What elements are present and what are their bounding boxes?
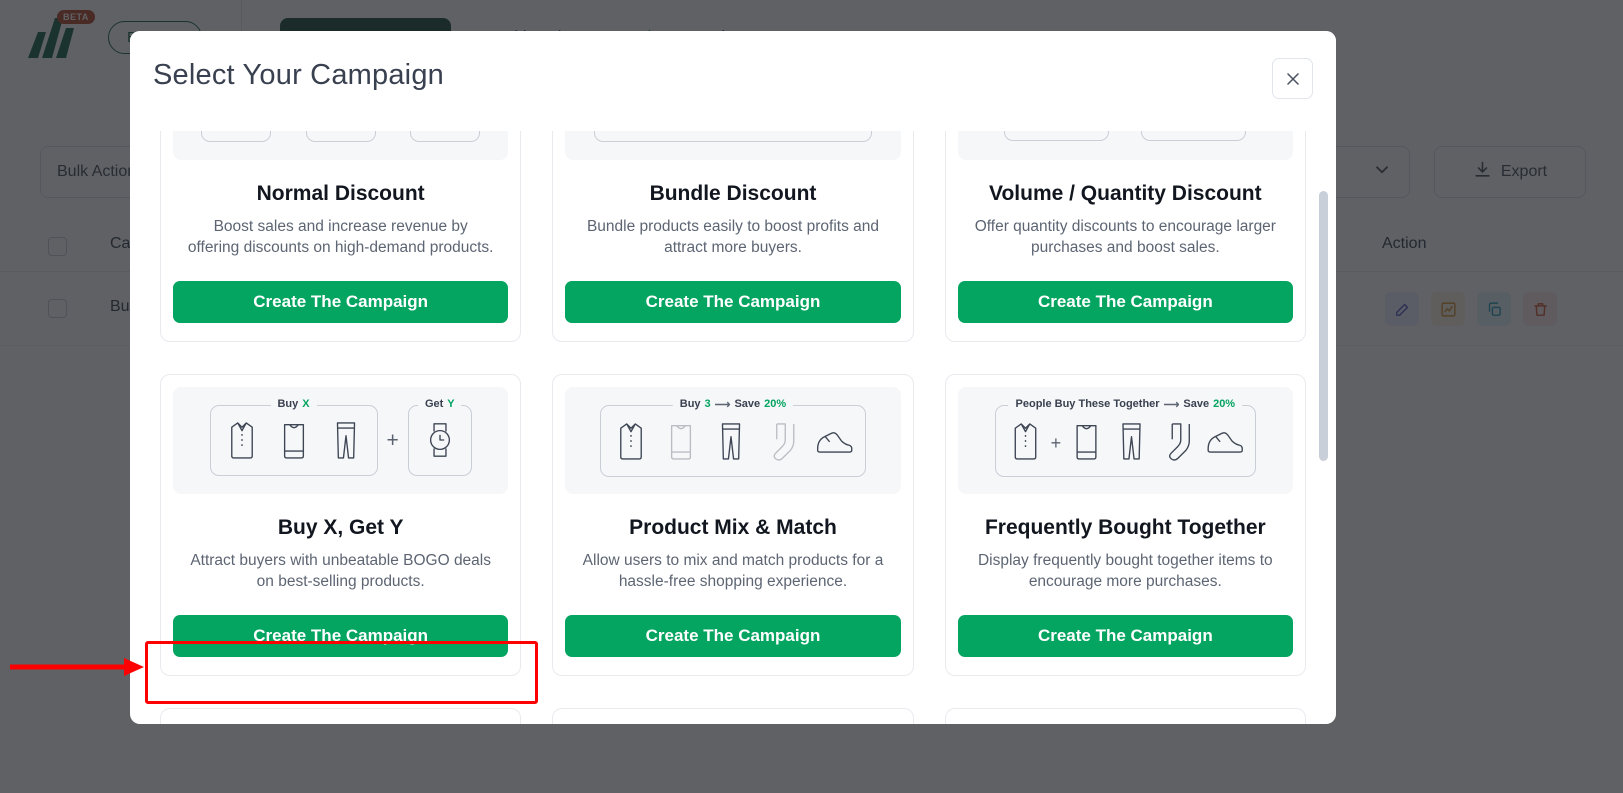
create-the-campaign-button[interactable]: Create The Campaign (957, 281, 1293, 323)
illustration-buy-x-get-y: Buy X + Get Y (173, 387, 509, 494)
create-the-campaign-button[interactable]: Create The Campaign (957, 615, 1293, 657)
close-icon[interactable] (1272, 58, 1313, 99)
pants-icon (711, 418, 751, 469)
card-title: Bundle Discount (649, 182, 817, 205)
shirt-icon (221, 417, 263, 468)
modal-body[interactable]: OR OR (130, 117, 1336, 724)
card-description: Attract buyers with unbeatable BOGO deal… (190, 552, 491, 590)
arrow-glyph: ⟶ (714, 398, 731, 411)
card-title: Product Mix & Match (629, 516, 837, 539)
illustration-fbt: People Buy These Together ⟶ Save 20% + (957, 387, 1293, 494)
card-title: Buy X, Get Y (277, 516, 404, 539)
card-title: Normal Discount (256, 182, 425, 205)
modal-header: Select Your Campaign (130, 31, 1336, 131)
buy-x-group: Buy X (209, 398, 378, 476)
tshirt-icon (661, 418, 701, 469)
modal-title: Select Your Campaign (153, 59, 444, 91)
socks-icon (1157, 418, 1196, 469)
save-text: Save (734, 398, 761, 410)
get-y-label: Get Y (417, 398, 462, 410)
mix-match-label: Buy 3 ⟶ Save 20% (672, 397, 794, 411)
get-y-group: Get Y (407, 398, 472, 476)
card-description: Offer quantity discounts to encourage la… (974, 218, 1276, 256)
illustration-mix-match: Buy 3 ⟶ Save 20% (565, 387, 901, 494)
create-the-campaign-button[interactable]: Create The Campaign (173, 281, 509, 323)
campaign-card-bundle-discount[interactable]: + + (552, 117, 914, 342)
get-label-text: Get (424, 398, 444, 410)
shirt-icon (1006, 418, 1045, 469)
get-label-accent: Y (447, 398, 455, 410)
campaign-cards-grid: OR OR (160, 117, 1306, 724)
campaign-card-volume-discount[interactable]: 2 × OR 3 (944, 117, 1306, 342)
save-text: Save (1183, 398, 1210, 410)
shirt-icon (611, 418, 651, 469)
campaign-card-row3-1[interactable] (160, 708, 522, 724)
fbt-label: People Buy These Together ⟶ Save 20% (1008, 397, 1243, 411)
annotation-arrow-icon (10, 658, 144, 676)
create-the-campaign-button[interactable]: Create The Campaign (173, 615, 509, 657)
modal-scrollbar-thumb[interactable] (1319, 191, 1328, 461)
buy-qty-text: 3 (704, 398, 711, 410)
shoe-icon (811, 418, 855, 469)
screen-root: BETA Beta 1.0 + Create Campaign Dashboar… (0, 0, 1623, 793)
campaign-card-normal-discount[interactable]: OR OR (160, 117, 522, 342)
card-description: Display frequently bought together items… (977, 552, 1273, 590)
card-description: Allow users to mix and match products fo… (582, 552, 884, 590)
tshirt-icon (273, 417, 315, 468)
campaign-card-buy-x-get-y[interactable]: Buy X + Get Y Buy X, Get Y Attract buyer… (160, 374, 522, 676)
save-percent-text: 20% (1213, 398, 1236, 410)
mix-match-group: Buy 3 ⟶ Save 20% (599, 397, 866, 477)
card-description: Boost sales and increase revenue by offe… (187, 218, 494, 256)
fbt-prefix-text: People Buy These Together (1015, 398, 1160, 410)
buy-prefix-text: Buy (679, 398, 701, 410)
create-the-campaign-button[interactable]: Create The Campaign (565, 281, 901, 323)
card-description: Bundle products easily to boost profits … (586, 218, 880, 256)
buy-label-accent: X (302, 398, 310, 410)
save-percent-text: 20% (764, 398, 787, 410)
fbt-group: People Buy These Together ⟶ Save 20% + (994, 397, 1257, 477)
card-title: Frequently Bought Together (984, 516, 1266, 539)
campaign-card-mix-match[interactable]: Buy 3 ⟶ Save 20% Product Mix & Match All… (552, 374, 914, 676)
buy-x-label: Buy X (270, 398, 317, 410)
card-title: Volume / Quantity Discount (989, 182, 1262, 205)
watch-icon (419, 417, 461, 468)
arrow-glyph: ⟶ (1163, 398, 1180, 411)
shoe-icon (1202, 418, 1245, 469)
plus-separator: + (1050, 432, 1062, 453)
buy-label-text: Buy (277, 398, 299, 410)
pants-icon (1112, 418, 1151, 469)
tshirt-icon (1067, 418, 1106, 469)
campaign-card-frequently-bought-together[interactable]: People Buy These Together ⟶ Save 20% + F… (944, 374, 1306, 676)
campaign-card-row3-3[interactable] (944, 708, 1306, 724)
select-campaign-modal: Select Your Campaign Normal Discount Boo… (130, 31, 1336, 724)
socks-icon (761, 418, 801, 469)
create-the-campaign-button[interactable]: Create The Campaign (565, 615, 901, 657)
pants-icon (325, 417, 367, 468)
plus-separator: + (386, 428, 399, 452)
campaign-card-row3-2[interactable] (552, 708, 914, 724)
